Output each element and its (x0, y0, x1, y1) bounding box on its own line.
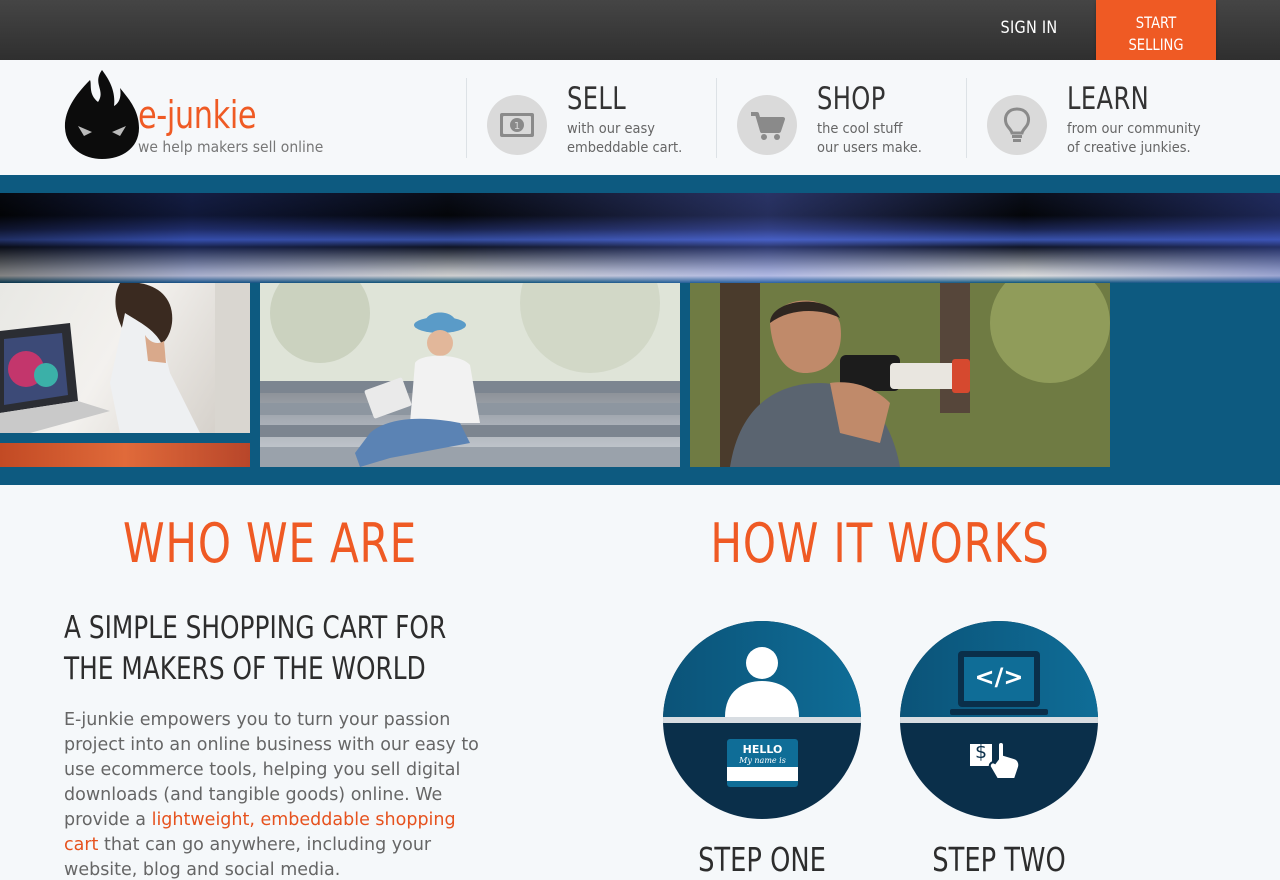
dollar-icon: $ (974, 741, 988, 763)
who-we-are-heading: WHO WE ARE (122, 512, 418, 575)
top-bar: SIGN IN START SELLING (0, 0, 1280, 70)
code-glyph: </> (974, 663, 1024, 691)
step-two-label: STEP TWO (932, 840, 1066, 879)
brand-tagline: we help makers sell online (138, 138, 324, 156)
nav-learn-desc: from our community of creative junkies. (1067, 120, 1253, 158)
nav-shop-title: SHOP (817, 81, 886, 117)
who-subheading-line2: THE MAKERS OF THE WORLD (64, 651, 426, 687)
site-header: e-junkie we help makers sell online 1 SE… (0, 60, 1280, 175)
nav-sell[interactable]: 1 SELL with our easy embeddable cart. (466, 78, 716, 158)
svg-text:1: 1 (514, 121, 520, 132)
start-selling-label-line1: START (1135, 13, 1177, 32)
brand-name[interactable]: e-junkie (138, 93, 257, 137)
hero-photo-reader (260, 283, 680, 467)
hero-light-streak-overlay (0, 193, 1280, 283)
step-two-illustration: </> $ (900, 621, 1098, 819)
step-one-illustration: HELLO My name is (663, 621, 861, 819)
who-description-text-end: that can go anywhere, including your web… (64, 835, 432, 880)
who-subheading: A SIMPLE SHOPPING CART FOR THE MAKERS OF… (64, 608, 447, 690)
who-subheading-line1: A SIMPLE SHOPPING CART FOR (64, 610, 447, 646)
flame-logo-icon[interactable] (62, 68, 142, 160)
shopping-cart-icon (737, 95, 797, 155)
person-icon (725, 647, 799, 717)
lightbulb-icon (987, 95, 1047, 155)
hero-photo-strip (0, 443, 250, 467)
name-badge-blank (727, 767, 798, 781)
laptop-code-icon (950, 651, 1048, 780)
hero-banner (0, 175, 1280, 485)
nav-learn[interactable]: LEARN from our community of creative jun… (966, 78, 1226, 158)
hero-photo-photographer (690, 283, 1110, 467)
nav-learn-desc-line2: of creative junkies. (1067, 140, 1191, 156)
nav-learn-title: LEARN (1067, 81, 1150, 117)
nav-learn-desc-line1: from our community (1067, 121, 1201, 137)
money-bill-icon: 1 (487, 95, 547, 155)
step-one-label: STEP ONE (698, 840, 826, 879)
who-description: E-junkie empowers you to turn your passi… (64, 708, 484, 880)
start-selling-label-line2: SELLING (1128, 35, 1184, 54)
sign-in-link[interactable]: SIGN IN (996, 18, 1062, 38)
how-it-works-heading: HOW IT WORKS (710, 512, 1050, 575)
nav-sell-title: SELL (567, 81, 627, 117)
name-badge-title: HELLO (742, 743, 783, 756)
hero-photo-designer (0, 283, 250, 433)
nav-shop[interactable]: SHOP the cool stuff our users make. (716, 78, 966, 158)
name-badge-subtitle: My name is (739, 756, 786, 765)
name-badge: HELLO My name is (727, 739, 798, 787)
